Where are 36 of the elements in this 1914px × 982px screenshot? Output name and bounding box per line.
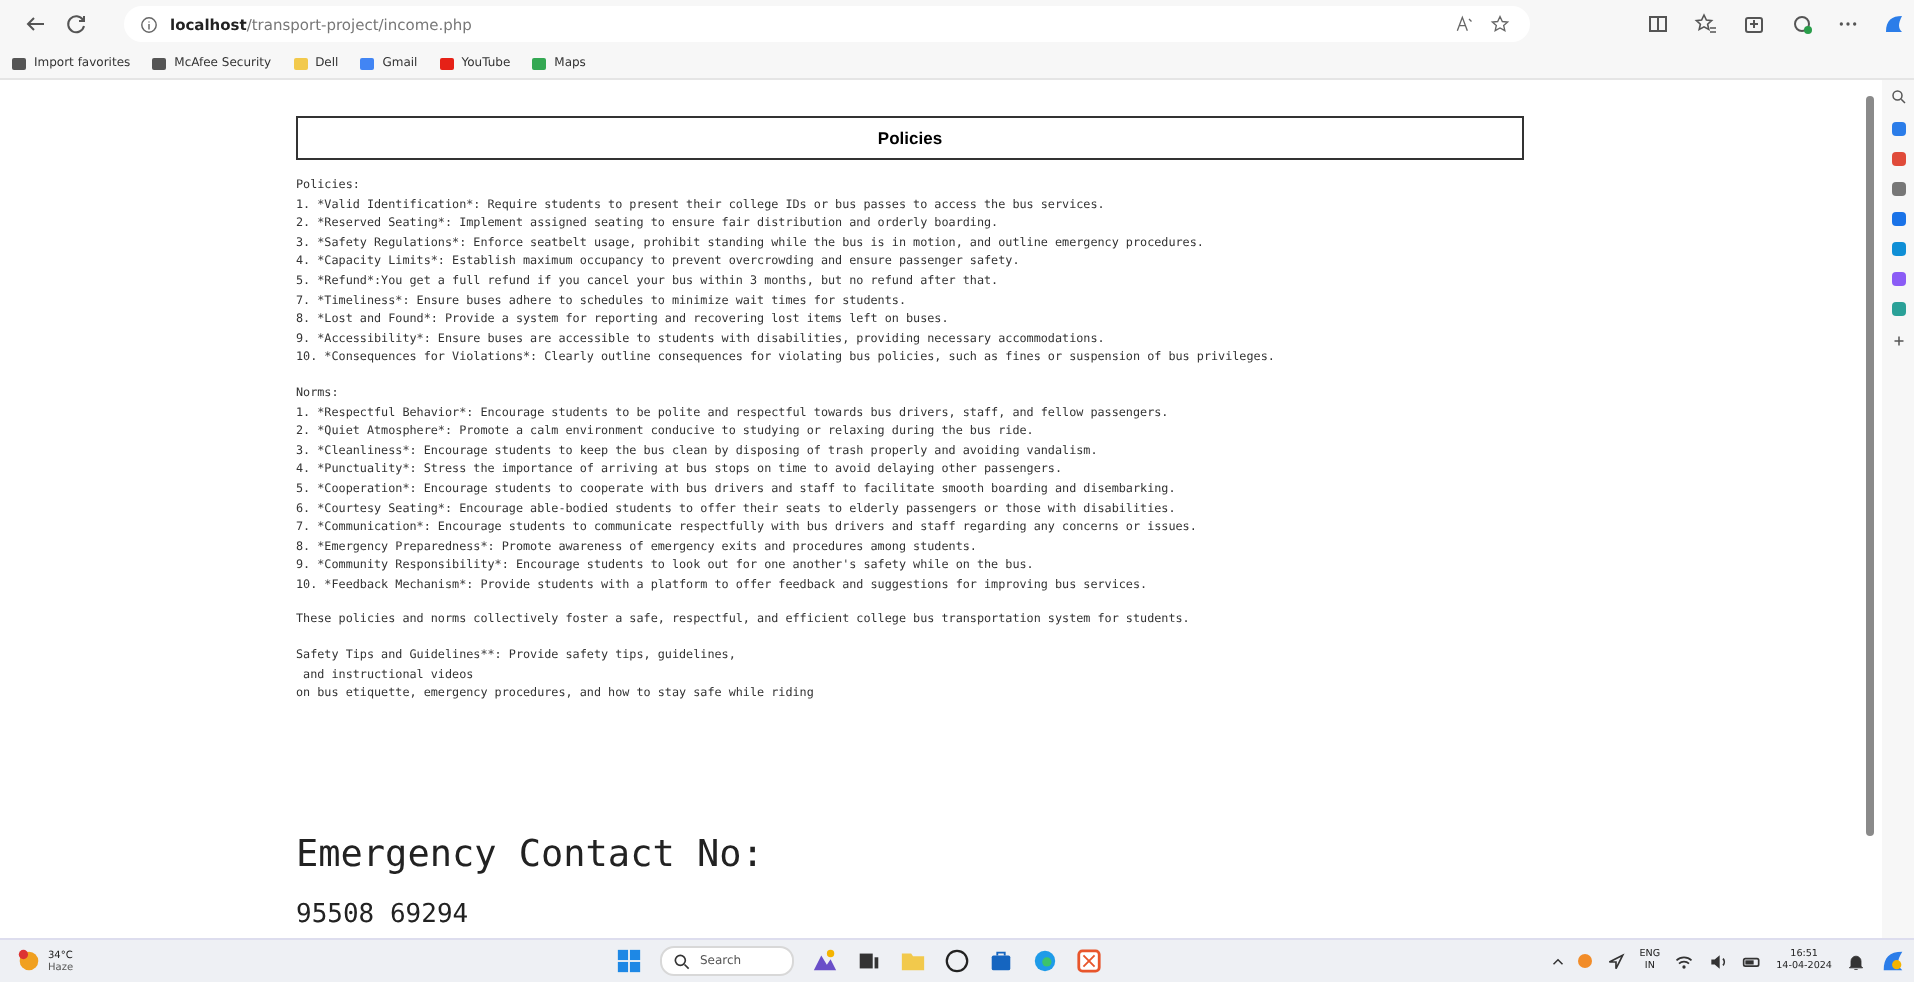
widget-icon[interactable] xyxy=(812,948,838,974)
store-icon[interactable] xyxy=(988,948,1014,974)
sidebar-app-icon[interactable] xyxy=(1891,212,1905,226)
star-icon[interactable] xyxy=(1490,14,1510,34)
collections-icon[interactable] xyxy=(1742,12,1766,36)
search-icon xyxy=(672,951,692,971)
add-icon[interactable] xyxy=(1889,332,1907,350)
app-icon[interactable] xyxy=(1076,948,1102,974)
wifi-icon[interactable] xyxy=(1674,951,1695,971)
favorites-icon[interactable] xyxy=(1694,12,1718,36)
back-icon[interactable] xyxy=(24,12,48,36)
location-icon[interactable] xyxy=(1605,951,1626,971)
sidebar-app-icon[interactable] xyxy=(1891,242,1905,256)
browser-icon[interactable] xyxy=(1032,948,1058,974)
extensions-icon[interactable] xyxy=(1790,12,1814,36)
windows-icon[interactable] xyxy=(616,948,642,974)
page-heading: Policies xyxy=(296,116,1524,160)
task-view-icon[interactable] xyxy=(856,948,882,974)
more-icon[interactable] xyxy=(1838,20,1858,28)
split-screen-icon[interactable] xyxy=(1646,12,1670,36)
read-aloud-icon[interactable] xyxy=(1454,14,1474,34)
sidebar-app-icon[interactable] xyxy=(1891,272,1905,286)
info-icon[interactable] xyxy=(140,15,158,33)
chevron-icon[interactable] xyxy=(1551,957,1564,965)
circle-logo-icon[interactable] xyxy=(944,948,970,974)
sidebar-app-icon[interactable] xyxy=(1891,122,1905,136)
sidebar-app-icon[interactable] xyxy=(1891,152,1905,166)
search-icon[interactable] xyxy=(1889,88,1907,106)
phone-number: 95508 69294 xyxy=(296,899,469,930)
reload-icon[interactable] xyxy=(64,12,88,36)
sidebar-app-icon[interactable] xyxy=(1891,302,1905,316)
sidebar-app-icon[interactable] xyxy=(1891,182,1905,196)
weather-icon[interactable] xyxy=(16,948,42,974)
emergency-title: Emergency Contact No: xyxy=(296,833,764,876)
volume-icon[interactable] xyxy=(1708,951,1729,971)
bell-icon[interactable] xyxy=(1846,951,1866,971)
